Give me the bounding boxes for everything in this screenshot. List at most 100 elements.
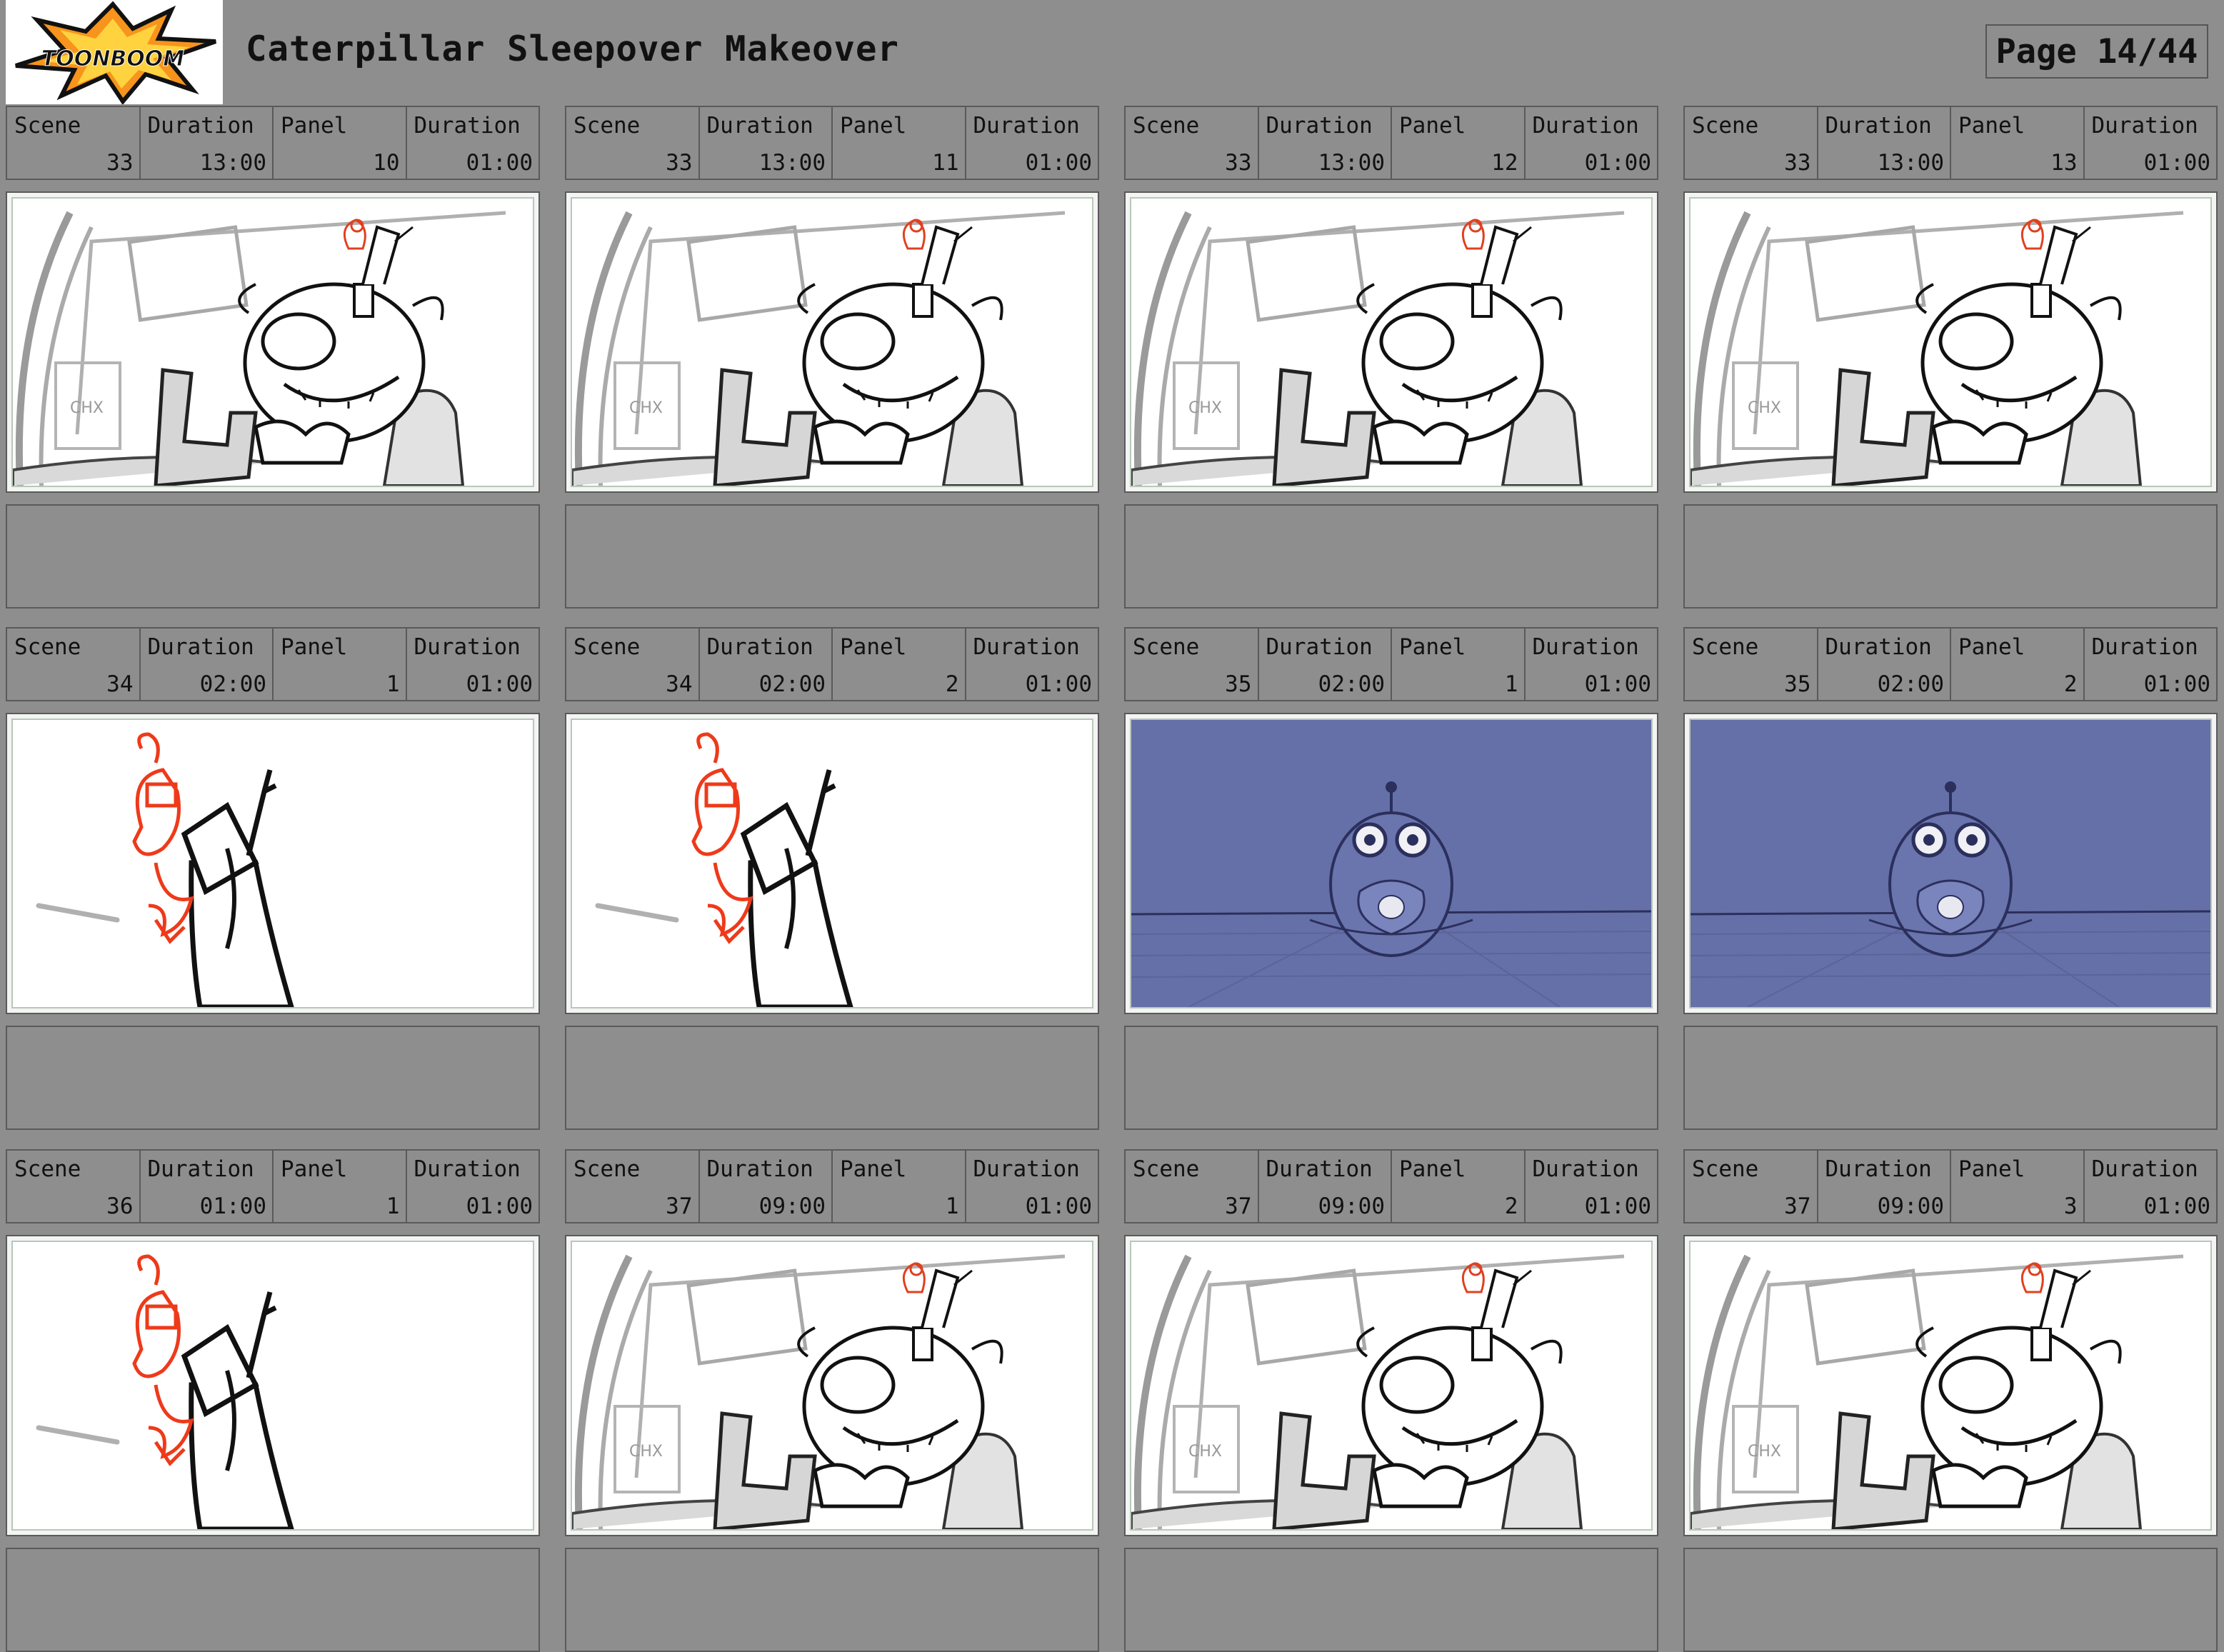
scene-duration-cell: Duration 01:00 bbox=[141, 1151, 274, 1222]
svg-text:CHX: CHX bbox=[1188, 399, 1222, 417]
panel-header: Scene 34 Duration 02:00 Panel 2 Duration… bbox=[565, 627, 1099, 701]
panel-image-frame bbox=[6, 713, 540, 1014]
svg-text:CHX: CHX bbox=[70, 399, 104, 417]
scene-label: Scene bbox=[14, 634, 81, 660]
scene-duration: 13:00 bbox=[758, 150, 826, 176]
scene-cell: Scene 33 bbox=[7, 107, 141, 179]
scene-number: 34 bbox=[106, 671, 134, 697]
panel-duration-cell: Duration 01:00 bbox=[2085, 629, 2217, 700]
panel-image-frame: CHX bbox=[1683, 1235, 2218, 1536]
panel-duration-cell: Duration 01:00 bbox=[966, 629, 1098, 700]
scene-cell: Scene 35 bbox=[1685, 629, 1818, 700]
scene-duration-cell: Duration 13:00 bbox=[1259, 107, 1392, 179]
storyboard-panel: Scene 34 Duration 02:00 Panel 1 Duration… bbox=[6, 627, 540, 1130]
panel-number: 11 bbox=[932, 150, 959, 176]
scene-label: Scene bbox=[573, 1156, 641, 1182]
panel-notes bbox=[565, 1026, 1099, 1130]
scene-number: 33 bbox=[666, 150, 693, 176]
storyboard-sketch bbox=[1689, 719, 2212, 1008]
scene-duration: 02:00 bbox=[199, 671, 266, 697]
scene-duration: 01:00 bbox=[199, 1193, 266, 1219]
panel-label: Panel bbox=[1399, 634, 1466, 660]
scene-duration-cell: Duration 13:00 bbox=[700, 107, 833, 179]
panel-number: 1 bbox=[1504, 671, 1518, 697]
panel-label: Panel bbox=[1399, 113, 1466, 139]
scene-label: Scene bbox=[1692, 1156, 1759, 1182]
scene-duration: 13:00 bbox=[1318, 150, 1385, 176]
panel-notes bbox=[1683, 504, 2218, 609]
panel-duration: 01:00 bbox=[2143, 1193, 2210, 1219]
panel-duration-cell: Duration 01:00 bbox=[407, 107, 539, 179]
storyboard-sketch bbox=[1130, 719, 1653, 1008]
scene-number: 37 bbox=[1225, 1193, 1252, 1219]
panel-image-frame: CHX bbox=[6, 191, 540, 493]
duration-label: Duration bbox=[1266, 113, 1373, 139]
scene-cell: Scene 35 bbox=[1126, 629, 1259, 700]
panel-image-frame: CHX bbox=[1683, 191, 2218, 493]
panel-number: 1 bbox=[945, 1193, 959, 1219]
panel-duration-cell: Duration 01:00 bbox=[1526, 629, 1658, 700]
panel-header: Scene 37 Duration 09:00 Panel 3 Duration… bbox=[1683, 1149, 2218, 1223]
panel-label: Panel bbox=[840, 113, 907, 139]
duration-label: Duration bbox=[706, 1156, 813, 1182]
panel-image-frame bbox=[6, 1235, 540, 1536]
scene-duration: 13:00 bbox=[1877, 150, 1944, 176]
panel-label: Panel bbox=[281, 1156, 348, 1182]
duration-label: Duration bbox=[2091, 113, 2198, 139]
storyboard-panel: Scene 35 Duration 02:00 Panel 2 Duration… bbox=[1683, 627, 2218, 1130]
panel-number: 12 bbox=[1491, 150, 1518, 176]
panel-number: 2 bbox=[945, 671, 959, 697]
duration-label: Duration bbox=[414, 113, 521, 139]
scene-cell: Scene 33 bbox=[1685, 107, 1818, 179]
scene-label: Scene bbox=[1133, 1156, 1200, 1182]
storyboard-panel: Scene 33 Duration 13:00 Panel 13 Duratio… bbox=[1683, 106, 2218, 609]
duration-label: Duration bbox=[147, 113, 254, 139]
panel-cell: Panel 2 bbox=[1951, 629, 2085, 700]
panel-duration-cell: Duration 01:00 bbox=[407, 629, 539, 700]
panel-duration: 01:00 bbox=[466, 671, 533, 697]
scene-cell: Scene 37 bbox=[1126, 1151, 1259, 1222]
page-indicator: Page 14/44 bbox=[1985, 24, 2208, 79]
scene-duration-cell: Duration 09:00 bbox=[1818, 1151, 1951, 1222]
panel-image-frame: CHX bbox=[1124, 191, 1658, 493]
storyboard-sketch: CHX bbox=[571, 197, 1093, 487]
panel-duration-cell: Duration 01:00 bbox=[1526, 107, 1658, 179]
scene-label: Scene bbox=[1133, 634, 1200, 660]
panel-number: 10 bbox=[373, 150, 400, 176]
duration-label: Duration bbox=[1825, 113, 1932, 139]
storyboard-sketch: CHX bbox=[1130, 197, 1653, 487]
toonboom-logo: TOONBOOM bbox=[6, 0, 223, 105]
svg-text:CHX: CHX bbox=[629, 1443, 663, 1461]
panel-number: 2 bbox=[1504, 1193, 1518, 1219]
scene-cell: Scene 34 bbox=[566, 629, 700, 700]
panel-notes bbox=[565, 504, 1099, 609]
panel-number: 1 bbox=[386, 671, 400, 697]
panel-notes bbox=[1124, 504, 1658, 609]
svg-text:CHX: CHX bbox=[1748, 1443, 1781, 1461]
scene-duration: 09:00 bbox=[1877, 1193, 1944, 1219]
scene-number: 33 bbox=[1784, 150, 1811, 176]
duration-label: Duration bbox=[706, 113, 813, 139]
panel-label: Panel bbox=[1958, 634, 2025, 660]
panel-number: 13 bbox=[2050, 150, 2078, 176]
svg-text:CHX: CHX bbox=[1748, 399, 1781, 417]
panel-notes bbox=[6, 1026, 540, 1130]
scene-duration: 02:00 bbox=[1318, 671, 1385, 697]
duration-label: Duration bbox=[414, 634, 521, 660]
panel-cell: Panel 3 bbox=[1951, 1151, 2085, 1222]
panel-duration: 01:00 bbox=[1025, 150, 1092, 176]
scene-duration-cell: Duration 09:00 bbox=[1259, 1151, 1392, 1222]
panel-label: Panel bbox=[840, 634, 907, 660]
scene-duration: 02:00 bbox=[758, 671, 826, 697]
scene-label: Scene bbox=[1692, 113, 1759, 139]
duration-label: Duration bbox=[706, 634, 813, 660]
storyboard-panel: Scene 37 Duration 09:00 Panel 1 Duration… bbox=[565, 1149, 1099, 1652]
storyboard-sketch: CHX bbox=[1689, 197, 2212, 487]
scene-duration: 13:00 bbox=[199, 150, 266, 176]
panel-cell: Panel 1 bbox=[1392, 629, 1526, 700]
storyboard-panel: Scene 34 Duration 02:00 Panel 2 Duration… bbox=[565, 627, 1099, 1130]
storyboard-panel: Scene 33 Duration 13:00 Panel 12 Duratio… bbox=[1124, 106, 1658, 609]
scene-cell: Scene 34 bbox=[7, 629, 141, 700]
panel-duration: 01:00 bbox=[2143, 671, 2210, 697]
duration-label: Duration bbox=[2091, 634, 2198, 660]
